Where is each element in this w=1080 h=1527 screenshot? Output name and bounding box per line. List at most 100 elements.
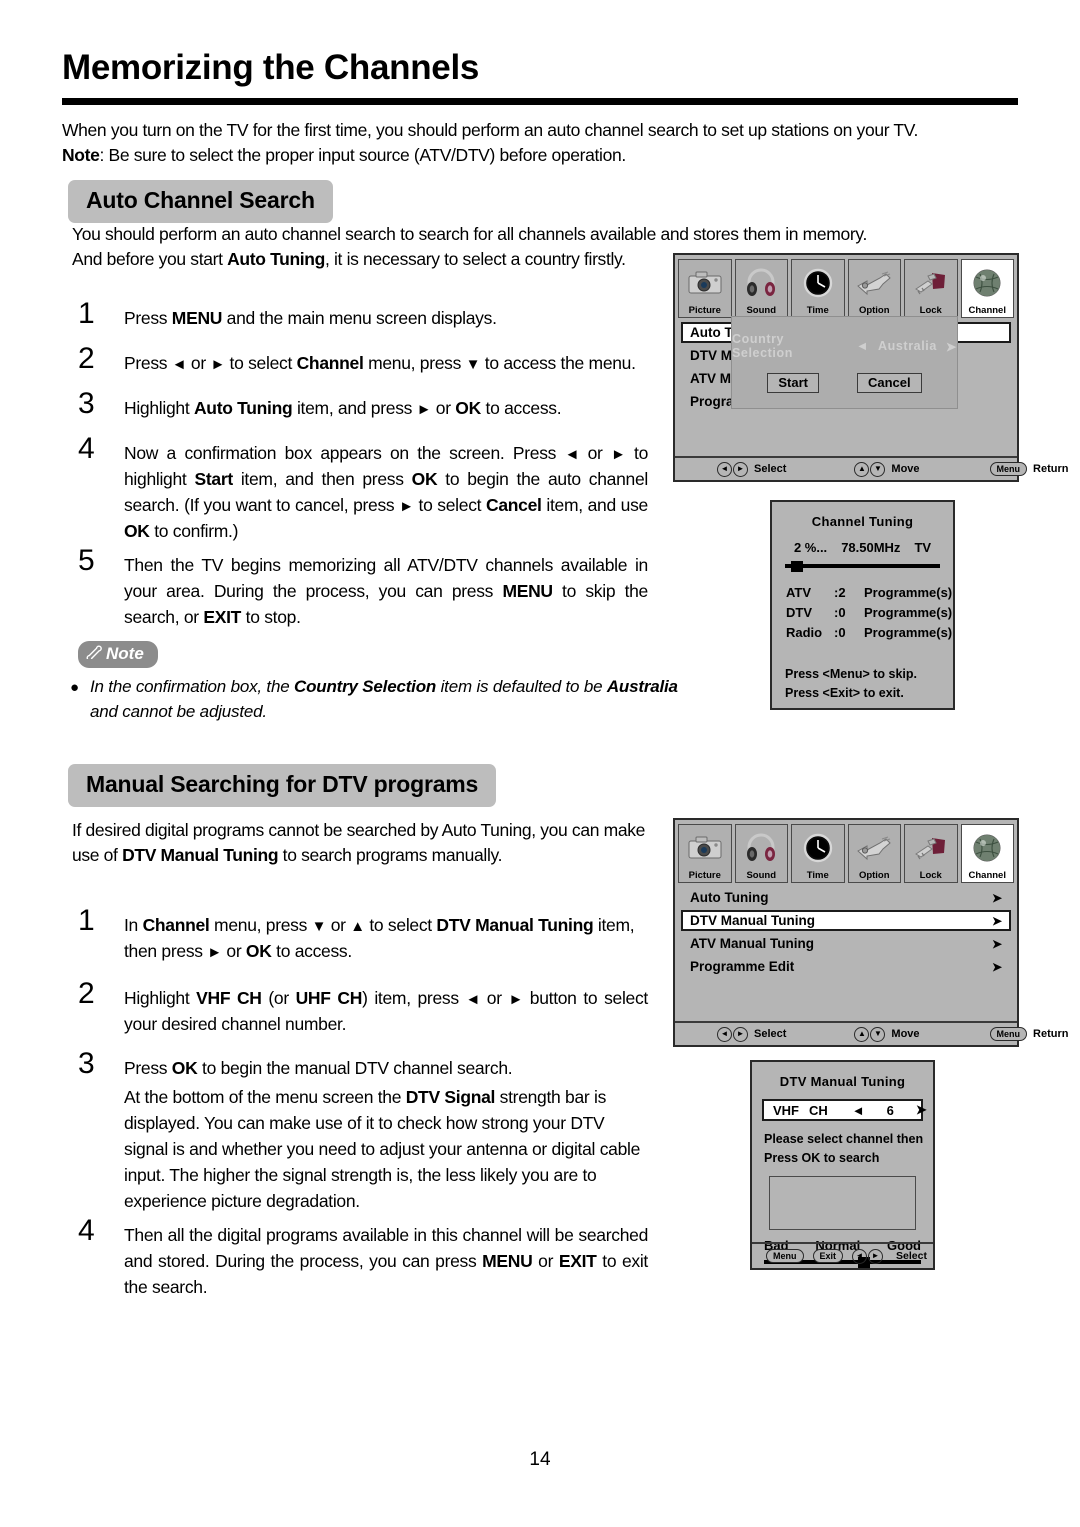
- b: MENU: [482, 1251, 533, 1271]
- count-unit: Programme(s): [864, 625, 953, 640]
- osd-tab-lock[interactable]: Lock: [904, 259, 958, 318]
- menu-key-icon[interactable]: Menu: [989, 1027, 1028, 1041]
- t: to select: [224, 353, 297, 373]
- osd-tab-label: Picture: [688, 305, 721, 316]
- clock-icon: [792, 825, 844, 870]
- osd-tab-picture[interactable]: Picture: [678, 824, 732, 883]
- select-label: Select: [896, 1250, 927, 1262]
- select-label: Select: [754, 1028, 787, 1040]
- up-arrow-icon: ▲: [350, 918, 365, 935]
- osd-menu-item[interactable]: DTV Manual Tuning ➤: [681, 910, 1011, 931]
- step-number: 5: [78, 544, 95, 577]
- t: to confirm.): [149, 521, 239, 541]
- t: to stop.: [241, 607, 301, 627]
- t: to access the menu.: [480, 353, 636, 373]
- cancel-button[interactable]: Cancel: [856, 373, 922, 393]
- osd-channel-menu[interactable]: Picture Sound Time Option Lock Channel Auto T…: [673, 818, 1069, 1047]
- move-label: Move: [891, 1028, 920, 1040]
- t: to search programs manually.: [278, 845, 503, 865]
- step-manual-4: 4 Then all the digital programs availabl…: [78, 1216, 648, 1300]
- step-manual-3: 3 Press OK to begin the manual DTV chann…: [78, 1049, 648, 1214]
- osd-tab-channel[interactable]: Channel: [960, 259, 1014, 318]
- select-label: Select: [754, 463, 787, 475]
- osd-tab-picture[interactable]: Picture: [678, 259, 732, 318]
- left-right-button-icon[interactable]: ◄ ►: [717, 1026, 748, 1042]
- osd-tab-label: Lock: [919, 305, 942, 316]
- step-text: Press OK to begin the manual DTV channel…: [124, 1055, 648, 1214]
- step-text: Press ◄ or ► to select Channel menu, pre…: [124, 350, 648, 376]
- left-right-button-icon[interactable]: ◄ ►: [852, 1248, 884, 1264]
- tuning-count-row: ATV:2 Programme(s): [786, 583, 953, 603]
- osd-tab-time[interactable]: Time: [791, 824, 845, 883]
- auto-para-2c: , it is necessary to select a country fi…: [324, 249, 626, 269]
- tuning-count-row: DTV:0 Programme(s): [786, 603, 953, 623]
- osd-tab-option[interactable]: Option: [847, 259, 901, 318]
- left-arrow-icon[interactable]: ◄: [852, 1103, 865, 1118]
- count-value: :0: [834, 625, 846, 640]
- osd-menu-item[interactable]: Programme Edit ➤: [681, 956, 1011, 977]
- step-number: 1: [78, 297, 95, 330]
- osd-tab-label: Sound: [746, 870, 777, 881]
- t: or: [221, 941, 246, 961]
- vhf-channel-selector[interactable]: VHF CH ◄ 6 ➤: [762, 1099, 927, 1121]
- right-arrow-icon[interactable]: ➤: [916, 1102, 927, 1118]
- left-right-button-icon[interactable]: ◄ ►: [717, 461, 748, 477]
- osd-menu-item[interactable]: Auto Tuning ➤: [681, 887, 1011, 908]
- t: Now a confirmation box appears on the sc…: [124, 443, 565, 463]
- osd-bottom-bar: ◄ ► Select ▲ ▼ Move Menu Return: [675, 1021, 1069, 1045]
- chevron-right-icon: ➤: [991, 913, 1002, 928]
- menu-key-icon[interactable]: Menu: [766, 1249, 804, 1263]
- osd-tab-sound[interactable]: Sound: [734, 259, 788, 318]
- t: item, and use: [541, 495, 648, 515]
- up-down-button-icon[interactable]: ▲ ▼: [854, 461, 886, 477]
- dialog-buttons: Start Cancel: [767, 373, 922, 393]
- tuning-hints: Press <Menu> to skip. Press <Exit> to ex…: [785, 665, 953, 703]
- osd-bottom-bar: ◄ ► Select ▲ ▼ Move Menu Return: [675, 456, 1069, 480]
- tuning-progress-bar: [785, 561, 940, 572]
- step-auto-3: 3 Highlight Auto Tuning item, and press …: [78, 389, 648, 421]
- manual-search-paragraph: If desired digital programs cannot be se…: [72, 818, 664, 868]
- osd-menu-list-2: Auto Tuning ➤ DTV Manual Tuning ➤ ATV Manual…: [675, 883, 1017, 1011]
- tuning-count-row: Radio:0 Programme(s): [786, 623, 953, 643]
- auto-para-2a: And before you start: [72, 249, 228, 269]
- t: In the confirmation box, the: [90, 677, 294, 696]
- instruction-line-2: Press OK to search: [764, 1151, 880, 1165]
- t: At the bottom of the menu screen the: [124, 1087, 406, 1107]
- chevron-right-icon: ➤: [991, 959, 1002, 974]
- key-icon: [905, 825, 957, 870]
- t: to select: [413, 495, 486, 515]
- camera-icon: [679, 260, 731, 305]
- dtv-manual-tuning-popup[interactable]: DTV Manual Tuning VHF CH ◄ 6 ➤ Please se…: [750, 1060, 935, 1270]
- osd-menu-item-label: ATV Manual Tuning: [690, 936, 814, 951]
- count-unit: Programme(s): [864, 605, 953, 620]
- left-circle-icon: ◄: [717, 1026, 732, 1042]
- osd-tab-time[interactable]: Time: [791, 259, 845, 318]
- b: OK: [411, 469, 438, 489]
- country-selection-row[interactable]: Country Selection ◄ Australia ➤: [732, 332, 957, 360]
- country-selection-dialog[interactable]: Country Selection ◄ Australia ➤ Start Ca…: [731, 316, 958, 409]
- osd-tab-lock[interactable]: Lock: [904, 824, 958, 883]
- menu-key-icon[interactable]: Menu: [989, 462, 1028, 476]
- osd-tab-sound[interactable]: Sound: [734, 824, 788, 883]
- b: OK: [245, 941, 272, 961]
- count-unit: Programme(s): [864, 585, 953, 600]
- move-hint: ▲ ▼ Move: [854, 461, 920, 477]
- start-button[interactable]: Start: [767, 373, 819, 393]
- t: to access.: [480, 398, 562, 418]
- right-arrow-icon[interactable]: ➤: [946, 339, 957, 354]
- t: or: [532, 1251, 559, 1271]
- b: UHF CH: [295, 988, 363, 1008]
- osd-channel-menu-with-dialog[interactable]: Picture Sound Time Option Lock Channel Auto T…: [673, 253, 1069, 482]
- step-manual-2: 2 Highlight VHF CH (or UHF CH) item, pre…: [78, 979, 648, 1037]
- b: DTV Manual Tuning: [122, 845, 279, 865]
- step-text-line: Press OK to begin the manual DTV channel…: [124, 1055, 648, 1081]
- osd-menu-item[interactable]: ATV Manual Tuning ➤: [681, 933, 1011, 954]
- osd-tab-option[interactable]: Option: [847, 824, 901, 883]
- up-down-button-icon[interactable]: ▲ ▼: [854, 1026, 886, 1042]
- b: Channel: [296, 353, 364, 373]
- osd-tab-channel[interactable]: Channel: [960, 824, 1014, 883]
- b: OK: [455, 398, 481, 418]
- left-arrow-icon[interactable]: ◄: [856, 339, 869, 353]
- t: Press: [124, 1058, 172, 1078]
- exit-key-icon[interactable]: Exit: [812, 1249, 844, 1263]
